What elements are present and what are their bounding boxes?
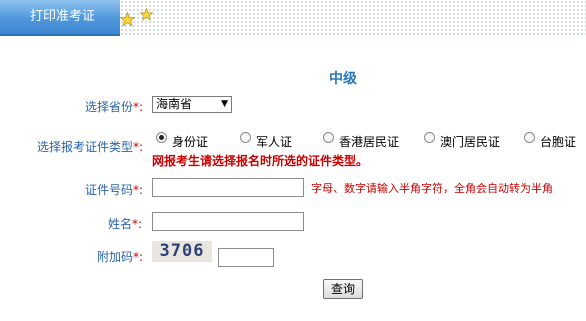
dropdown-arrow-icon: ▼ bbox=[221, 99, 228, 109]
radio-military-card[interactable] bbox=[240, 132, 251, 143]
star-icon bbox=[140, 8, 153, 21]
tab-print-admission[interactable]: 打印准考证 bbox=[0, 0, 120, 36]
name-input[interactable] bbox=[152, 212, 304, 231]
query-button[interactable]: 查询 bbox=[323, 279, 363, 299]
radio-label-id-card: 身份证 bbox=[172, 135, 209, 149]
radio-hk-resident-card[interactable] bbox=[323, 132, 334, 143]
radio-macau-resident-card[interactable] bbox=[424, 132, 435, 143]
radio-label-military-card: 军人证 bbox=[256, 135, 293, 149]
required-mark: *: bbox=[133, 140, 144, 154]
radio-label-macau-resident-card: 澳门居民证 bbox=[440, 135, 501, 149]
id-type-label: 选择报考证件类型*: bbox=[37, 138, 143, 155]
province-label: 选择省份*: bbox=[85, 98, 143, 115]
radio-taiwan-compatriot-card[interactable] bbox=[524, 132, 535, 143]
name-label-text: 姓名 bbox=[108, 217, 133, 231]
required-mark: *: bbox=[133, 250, 144, 264]
required-mark: *: bbox=[133, 183, 144, 197]
captcha-label: 附加码*: bbox=[97, 248, 143, 265]
dotted-background bbox=[120, 0, 586, 36]
id-type-warning: 网报考生请选择报名时所选的证件类型。 bbox=[152, 154, 369, 168]
province-label-text: 选择省份 bbox=[85, 100, 134, 114]
radio-label-hk-resident-card: 香港居民证 bbox=[339, 135, 400, 149]
id-number-label-text: 证件号码 bbox=[85, 183, 134, 197]
top-bar: 打印准考证 bbox=[0, 0, 586, 36]
star-icon bbox=[120, 12, 135, 27]
province-select[interactable]: 海南省 ▼ bbox=[152, 96, 232, 113]
id-number-label: 证件号码*: bbox=[85, 181, 143, 198]
id-number-input[interactable] bbox=[152, 178, 304, 197]
captcha-image[interactable]: 3706 bbox=[152, 241, 212, 262]
name-label: 姓名*: bbox=[108, 215, 142, 232]
captcha-input[interactable] bbox=[218, 248, 274, 267]
required-mark: *: bbox=[132, 217, 143, 231]
radio-label-taiwan-compatriot-card: 台胞证 bbox=[540, 135, 577, 149]
id-number-hint: 字母、数字请输入半角字符，全角会自动转为半角 bbox=[311, 182, 553, 195]
id-type-label-text: 选择报考证件类型 bbox=[37, 140, 134, 154]
radio-id-card[interactable] bbox=[156, 132, 167, 143]
province-selected-value: 海南省 bbox=[156, 97, 193, 111]
level-title: 中级 bbox=[329, 71, 357, 87]
required-mark: *: bbox=[133, 100, 144, 114]
captcha-label-text: 附加码 bbox=[97, 250, 134, 264]
